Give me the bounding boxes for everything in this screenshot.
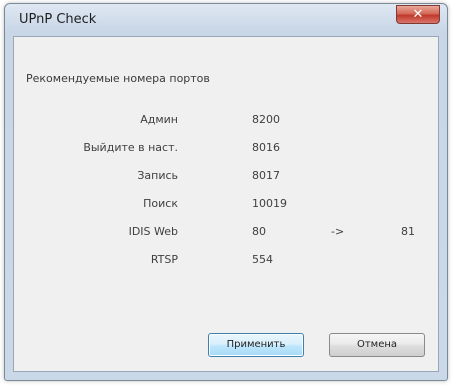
window-title: UPnP Check [19,12,97,27]
port-row-record: Запись 8017 [14,167,440,185]
port-row-idis-web: IDIS Web 80 -> 81 [14,223,440,241]
port-value: 554 [252,253,273,266]
port-label: IDIS Web [128,225,178,238]
port-mapped-value: 81 [401,225,415,238]
port-value: 8017 [252,169,280,182]
apply-button[interactable]: Применить [208,333,304,357]
port-row-search: Поиск 10019 [14,195,440,213]
recommended-ports-heading: Рекомендуемые номера портов [26,72,210,85]
port-mapping-arrow: -> [331,225,345,238]
port-label: Выйдите в наст. [83,141,178,154]
port-value: 10019 [252,197,287,210]
cancel-button[interactable]: Отмена [329,333,425,357]
port-row-remote: Выйдите в наст. 8016 [14,139,440,157]
port-value: 80 [252,225,266,238]
port-label: Поиск [143,197,178,210]
port-label: RTSP [150,253,178,266]
port-row-admin: Админ 8200 [14,111,440,129]
port-label: Админ [140,113,178,126]
close-button[interactable]: ✕ [396,5,440,24]
dialog-body: Рекомендуемые номера портов Админ 8200 В… [13,36,439,372]
port-value: 8016 [252,141,280,154]
upnp-check-dialog: UPnP Check ✕ Рекомендуемые номера портов… [4,3,448,381]
port-value: 8200 [252,113,280,126]
title-bar[interactable]: UPnP Check ✕ [5,4,447,36]
port-label: Запись [137,169,178,182]
port-row-rtsp: RTSP 554 [14,251,440,269]
